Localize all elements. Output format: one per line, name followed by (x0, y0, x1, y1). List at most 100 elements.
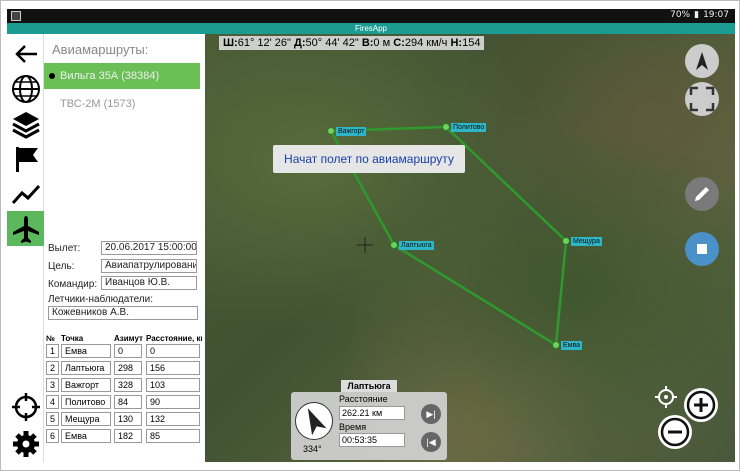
col-header-distance: Расстояние, км (146, 334, 202, 343)
next-point-button[interactable]: ▶| (421, 404, 441, 424)
flag-icon (15, 146, 38, 172)
table-cell[interactable]: Емва (61, 344, 111, 358)
globe-icon (11, 74, 40, 103)
back-arrow-icon (14, 44, 37, 63)
chart-button[interactable] (7, 176, 44, 211)
table-cell: 2 (46, 361, 59, 375)
table-cell[interactable]: Политово (61, 395, 111, 409)
crosshair-icon (11, 392, 40, 421)
battery-text: 70% (670, 10, 691, 20)
routes-panel: Авиамаршруты: Вильга 35А (38384) ТВС-2М … (44, 34, 204, 239)
col-header-azimuth: Азимут (114, 334, 143, 343)
commander-field[interactable]: Иванцов Ю.В. (101, 276, 197, 290)
table-cell: 5 (46, 412, 59, 426)
table-cell[interactable]: 0 (114, 344, 142, 358)
departure-label: Вылет: (48, 243, 81, 254)
stop-icon (697, 244, 707, 254)
flight-info: Вылет: 20.06.2017 15:00:00 Цель: Авиапат… (44, 239, 204, 329)
distance-value: 262.21 км (339, 406, 405, 420)
flag-button[interactable] (7, 141, 44, 176)
pencil-icon (695, 187, 709, 201)
distance-label: Расстояние (339, 394, 388, 404)
north-arrow-icon (696, 52, 708, 70)
waypoint-label: Важгорт (336, 127, 367, 136)
status-bar: 70% ▮ 19:07 (7, 9, 735, 23)
map-view[interactable]: Важгорт Политово Мещура Лаптьюга Емва Ш:… (205, 34, 735, 462)
table-cell[interactable]: 132 (146, 412, 200, 426)
table-cell[interactable]: 298 (114, 361, 142, 375)
table-cell[interactable]: 182 (114, 429, 142, 443)
coords-readout: Ш:61° 12' 26" Д:50° 44' 42" В:0 м С:294 … (219, 36, 485, 50)
toast-message: Начат полет по авиамаршруту (273, 145, 465, 173)
target-icon (655, 386, 677, 408)
table-cell[interactable]: 84 (114, 395, 142, 409)
battery-icon: ▮ (694, 10, 700, 20)
purpose-field[interactable]: Авиапатрулирование (101, 259, 197, 273)
time-value: 00:53:35 (339, 433, 405, 447)
time-label: Время (339, 422, 367, 432)
col-header-point: Точка (61, 334, 84, 343)
plus-icon (686, 390, 716, 420)
points-table: № Точка Азимут Расстояние, км 1 Емва 0 0 2 Ла… (44, 329, 204, 449)
route-item[interactable]: Вильга 35А (38384) (44, 63, 200, 89)
heading-arrow-icon (307, 408, 327, 436)
table-cell[interactable]: Лаптьюга (61, 361, 111, 375)
heading-value: 334° (303, 444, 322, 454)
flights-button[interactable] (7, 211, 44, 246)
settings-icon (12, 430, 39, 457)
globe-button[interactable] (7, 71, 44, 106)
table-cell[interactable]: 0 (146, 344, 200, 358)
compass-button[interactable] (685, 44, 719, 78)
departure-field[interactable]: 20.06.2017 15:00:00 (101, 241, 197, 255)
table-cell[interactable]: 130 (114, 412, 142, 426)
prev-point-button[interactable]: |◀ (421, 432, 441, 452)
fullscreen-icon (689, 86, 715, 112)
navigation-panel: Лаптьюга 334° Расстояние 262.21 км Время… (291, 380, 447, 460)
back-button[interactable] (7, 36, 44, 71)
table-cell: 6 (46, 429, 59, 443)
table-cell[interactable]: Мещура (61, 412, 111, 426)
table-cell[interactable]: Важгорт (61, 378, 111, 392)
locate-button[interactable] (7, 389, 44, 424)
stop-button[interactable] (685, 232, 719, 266)
layers-button[interactable] (7, 106, 44, 141)
app-notification-icon (11, 11, 21, 21)
route-item[interactable]: ТВС-2М (1573) (44, 91, 200, 117)
routes-header: Авиамаршруты: (52, 42, 149, 57)
waypoint-label: Лаптьюга (399, 241, 434, 250)
waypoint-marker[interactable] (442, 123, 450, 131)
compass-dial (295, 402, 333, 440)
commander-label: Командир: (48, 279, 98, 290)
chart-icon (11, 184, 40, 204)
observers-label: Летчики-наблюдатели: (48, 294, 154, 305)
table-cell[interactable]: 328 (114, 378, 142, 392)
table-cell[interactable]: 90 (146, 395, 200, 409)
app-frame: 70% ▮ 19:07 FiresApp Авиамаршруты: Вильг… (0, 0, 740, 471)
my-location-button[interactable] (653, 384, 679, 410)
minus-icon (660, 417, 690, 447)
waypoint-label: Политово (451, 123, 487, 132)
layers-icon (11, 111, 40, 139)
table-cell[interactable]: 103 (146, 378, 200, 392)
waypoint-marker[interactable] (562, 237, 570, 245)
table-cell[interactable]: Емва (61, 429, 111, 443)
settings-button[interactable] (7, 426, 44, 461)
edit-button[interactable] (685, 177, 719, 211)
left-toolbar (7, 34, 44, 462)
waypoint-marker[interactable] (327, 127, 335, 135)
airplane-icon (12, 215, 39, 243)
table-cell: 1 (46, 344, 59, 358)
table-cell[interactable]: 85 (146, 429, 200, 443)
status-icons: 70% ▮ 19:07 (670, 10, 729, 20)
observers-field[interactable]: Кожевников А.В. (48, 306, 198, 320)
app-title: FiresApp (7, 23, 735, 34)
col-header-num: № (46, 334, 55, 343)
table-cell[interactable]: 156 (146, 361, 200, 375)
fullscreen-button[interactable] (685, 82, 719, 116)
purpose-label: Цель: (48, 261, 75, 272)
waypoint-marker[interactable] (390, 241, 398, 249)
zoom-out-button[interactable] (658, 415, 692, 449)
waypoint-marker[interactable] (552, 341, 560, 349)
waypoint-label: Емва (561, 341, 583, 350)
nav-target-title: Лаптьюга (341, 380, 397, 392)
